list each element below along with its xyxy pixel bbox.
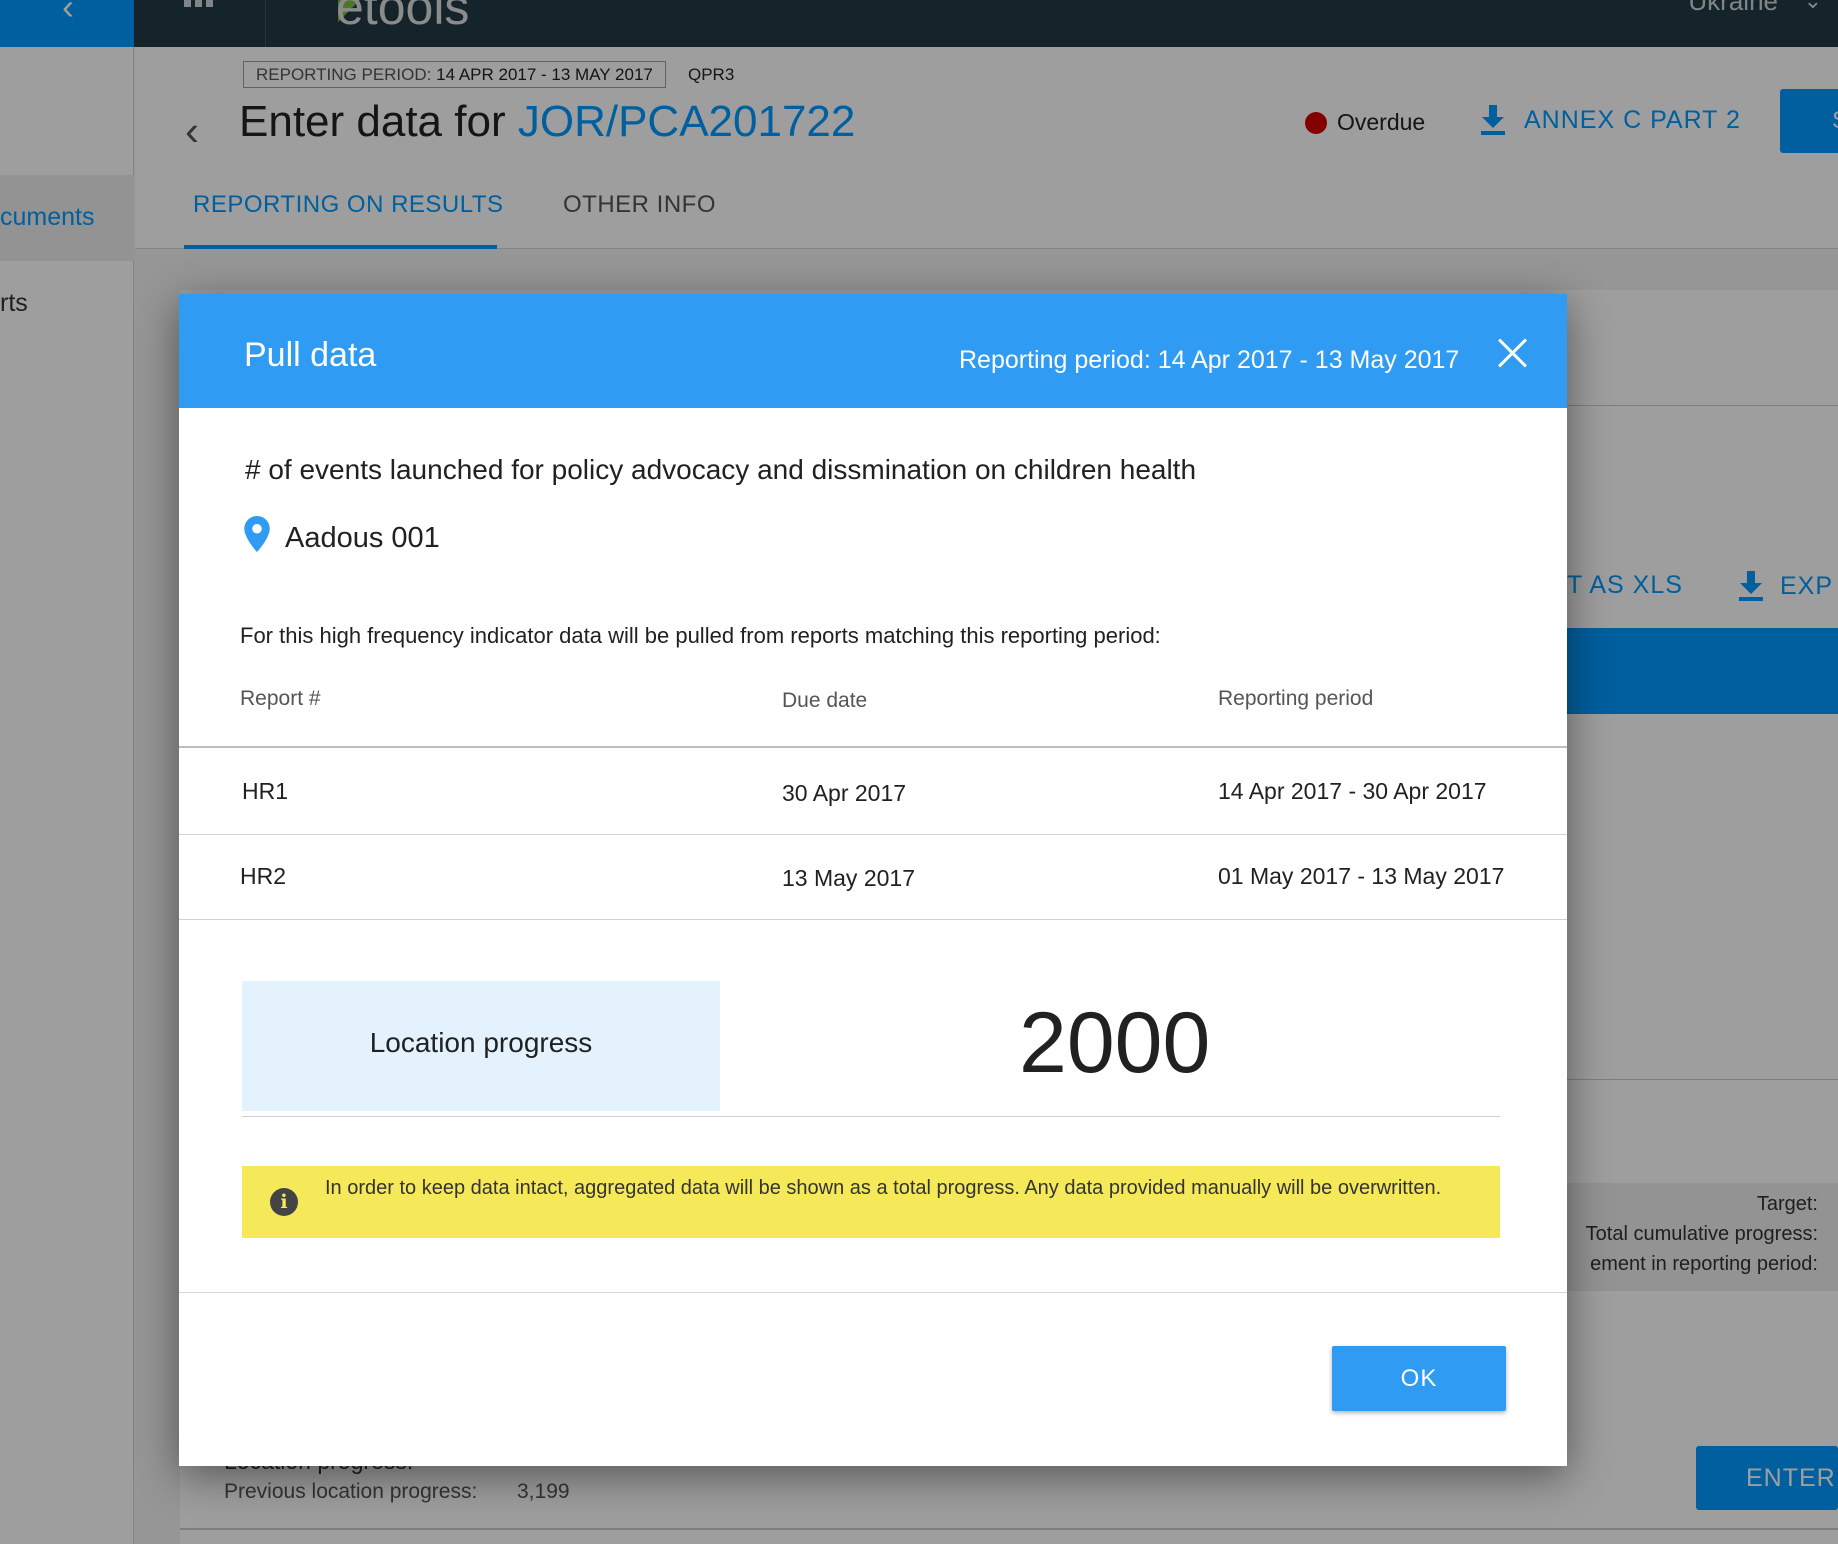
location-progress-value: 2000 (1019, 995, 1211, 1091)
report-number: HR2 (240, 863, 287, 889)
dialog-reporting-period: Reporting period: 14 Apr 2017 - 13 May 2… (959, 346, 1460, 374)
info-icon: i (270, 1188, 298, 1216)
due-date: 30 Apr 2017 (782, 780, 907, 806)
reporting-period: 14 Apr 2017 - 30 Apr 2017 (1218, 778, 1487, 804)
dialog-header: Pull data Reporting period: 14 Apr 2017 … (179, 294, 1567, 408)
column-header-reporting-period: Reporting period (1218, 687, 1374, 710)
warning-banner: i In order to keep data intact, aggregat… (242, 1166, 1500, 1238)
location-pin-icon (244, 516, 270, 552)
pull-data-dialog: Pull data Reporting period: 14 Apr 2017 … (179, 294, 1567, 1466)
due-date: 13 May 2017 (782, 865, 915, 891)
location-name: Aadous 001 (285, 522, 440, 554)
report-number: HR1 (242, 778, 289, 804)
reporting-period: 01 May 2017 - 13 May 2017 (1218, 863, 1505, 889)
location-progress-label: Location progress (369, 1027, 593, 1058)
row-divider (179, 834, 1567, 835)
dialog-footer-divider (179, 1292, 1567, 1293)
dialog-description: For this high frequency indicator data w… (240, 623, 1161, 648)
table-header-divider (179, 746, 1567, 748)
indicator-title: # of events launched for policy advocacy… (245, 454, 1197, 485)
progress-divider (242, 1116, 1500, 1117)
ok-button[interactable]: OK (1332, 1346, 1506, 1411)
column-header-report: Report # (240, 687, 321, 710)
dialog-title: Pull data (244, 336, 377, 374)
warning-text: In order to keep data intact, aggregated… (325, 1177, 1442, 1199)
close-icon[interactable] (1497, 338, 1527, 368)
location-progress-label-box: Location progress (242, 981, 720, 1111)
row-divider (179, 919, 1567, 920)
column-header-due-date: Due date (782, 689, 868, 712)
